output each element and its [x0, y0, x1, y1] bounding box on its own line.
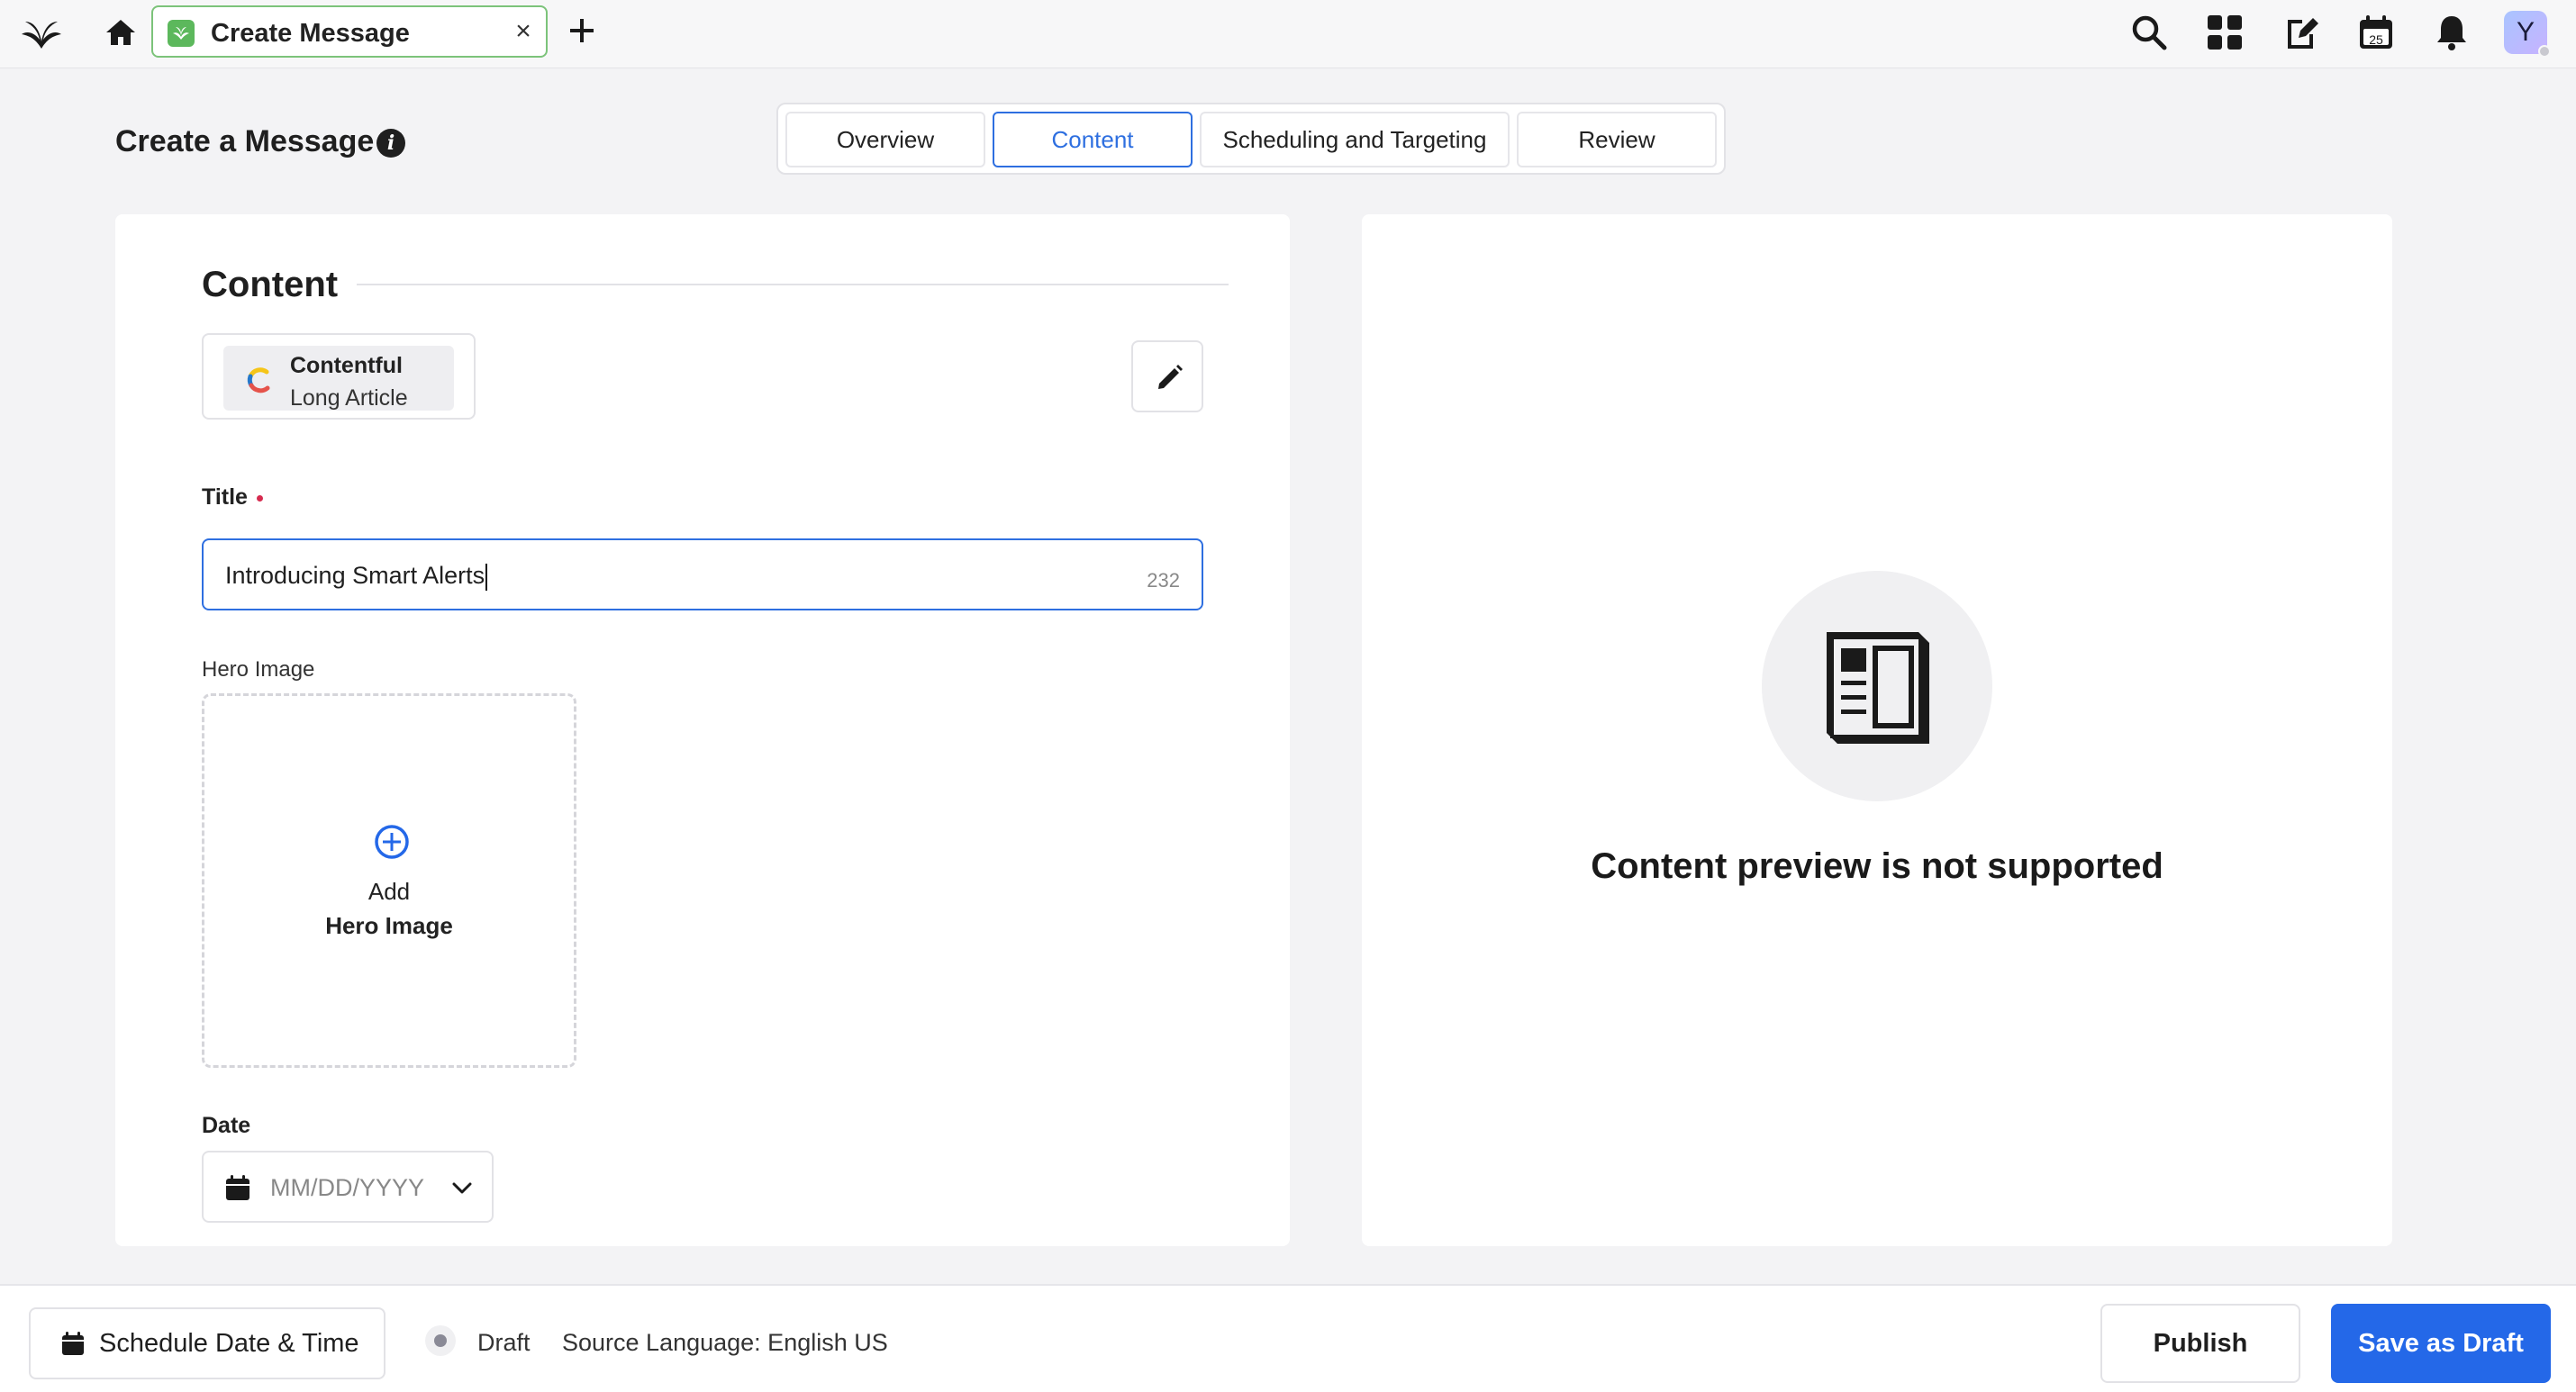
- title-label-text: Title: [202, 484, 248, 510]
- add-hero-line1: Add: [367, 878, 411, 905]
- date-label: Date: [202, 1113, 251, 1138]
- status-dot: [434, 1334, 447, 1347]
- hero-image-dropzone[interactable]: Add Hero Image: [202, 693, 576, 1068]
- newspaper-icon: [1827, 632, 1929, 744]
- search-icon[interactable]: [2129, 13, 2169, 52]
- calendar-icon[interactable]: 25: [2356, 13, 2396, 52]
- top-bar: Create Message × 25 Y: [0, 0, 2576, 68]
- required-indicator: [256, 494, 263, 502]
- date-placeholder: MM/DD/YYYY: [270, 1174, 425, 1201]
- section-title: Content: [202, 265, 339, 304]
- section-divider: [357, 284, 1229, 285]
- contentful-logo-icon: [247, 367, 270, 393]
- title-char-count: 232: [1147, 569, 1180, 592]
- title-input[interactable]: Introducing Smart Alerts 232: [202, 538, 1203, 610]
- schedule-date-time-button[interactable]: Schedule Date & Time: [29, 1307, 385, 1379]
- schedule-label: Schedule Date & Time: [99, 1329, 359, 1358]
- hero-image-label: Hero Image: [202, 657, 315, 682]
- calendar-icon: [62, 1332, 84, 1355]
- tab-content[interactable]: Content: [993, 112, 1193, 167]
- status-badge: Draft: [477, 1329, 531, 1356]
- tab-overview[interactable]: Overview: [785, 112, 985, 167]
- step-tabs: Overview Content Scheduling and Targetin…: [776, 103, 1726, 175]
- preview-illustration: [1762, 571, 1992, 801]
- edit-content-button[interactable]: [1131, 340, 1203, 412]
- content-source-chip[interactable]: Contentful Long Article: [202, 333, 476, 420]
- add-circle-icon: [375, 825, 409, 859]
- tab-create-message[interactable]: Create Message ×: [151, 5, 548, 58]
- pencil-icon: [1158, 365, 1183, 389]
- content-preview-card: Content preview is not supported: [1362, 214, 2392, 1246]
- title-value: Introducing Smart Alerts: [225, 562, 485, 589]
- info-icon[interactable]: i: [376, 129, 405, 158]
- tab-title: Create Message: [211, 19, 410, 48]
- content-source-chip-inner: Contentful Long Article: [223, 346, 454, 411]
- calendar-day: 25: [2369, 32, 2383, 47]
- save-as-draft-button[interactable]: Save as Draft: [2331, 1304, 2551, 1383]
- status-indicator: [425, 1325, 456, 1356]
- presence-dot: [2538, 45, 2551, 58]
- plus-icon[interactable]: [564, 13, 600, 49]
- app-logo-icon[interactable]: [18, 13, 65, 54]
- avatar-initial: Y: [2516, 17, 2535, 47]
- text-caret: [485, 563, 488, 591]
- bottom-action-bar: Schedule Date & Time Draft Source Langua…: [0, 1284, 2576, 1392]
- preview-unsupported-message: Content preview is not supported: [1591, 846, 2163, 886]
- tab-review[interactable]: Review: [1517, 112, 1717, 167]
- title-label: Title: [202, 484, 263, 511]
- content-source-type: Long Article: [290, 385, 408, 411]
- content-source-name: Contentful: [290, 353, 403, 378]
- compose-icon[interactable]: [2281, 13, 2320, 52]
- tab-scheduling-and-targeting[interactable]: Scheduling and Targeting: [1200, 112, 1510, 167]
- close-icon[interactable]: ×: [510, 18, 537, 45]
- title-input-value: Introducing Smart Alerts: [225, 562, 488, 591]
- chevron-down-icon: [452, 1182, 472, 1194]
- bell-icon[interactable]: [2432, 13, 2472, 52]
- home-icon[interactable]: [103, 14, 139, 50]
- content-form-card: Content Contentful Long Article Title In…: [115, 214, 1290, 1246]
- message-tab-icon: [168, 20, 195, 47]
- publish-button[interactable]: Publish: [2100, 1304, 2300, 1383]
- source-language: Source Language: English US: [562, 1329, 888, 1356]
- add-hero-line2: Hero Image: [325, 912, 453, 939]
- page-title: Create a Message: [115, 124, 375, 158]
- avatar[interactable]: Y: [2504, 11, 2551, 58]
- calendar-icon: [226, 1175, 249, 1200]
- date-picker[interactable]: MM/DD/YYYY: [202, 1151, 494, 1223]
- grid-icon[interactable]: [2205, 13, 2245, 52]
